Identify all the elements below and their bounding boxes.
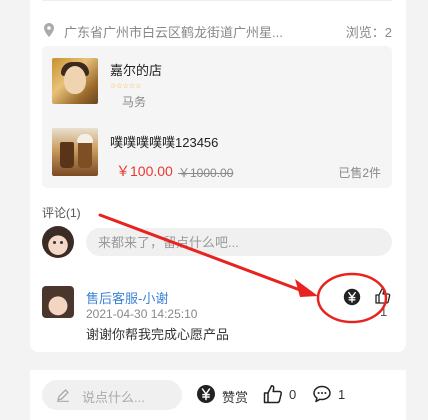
like-count: 0	[289, 387, 297, 402]
comment-input[interactable]	[86, 228, 392, 256]
product-sold-count: 已售2件	[338, 166, 381, 180]
comment-count: 1	[338, 387, 346, 402]
shop-subtitle: 马务	[122, 95, 147, 109]
view-count: 浏览：2	[345, 25, 392, 40]
product-original-price: ￥1000.00	[178, 166, 234, 180]
like-button[interactable]: 0	[263, 384, 303, 406]
shop-rating-stars: ☆☆☆☆☆	[110, 83, 142, 90]
speech-bubble-icon	[313, 385, 331, 403]
yen-coin-icon[interactable]	[343, 288, 361, 306]
comment-author[interactable]: 售后客服-小谢	[86, 288, 168, 307]
comment-author-avatar[interactable]	[42, 286, 74, 318]
thumbs-up-icon[interactable]	[375, 288, 391, 304]
product-image[interactable]	[52, 128, 98, 176]
pencil-icon	[57, 389, 69, 402]
comment-text: 谢谢你帮我完成心愿产品	[86, 327, 230, 342]
reward-label: 赞赏	[222, 390, 249, 405]
post-card: 广东省广州市白云区鹤龙街道广州星... 浏览：2 嘉尔的店 ☆☆☆☆☆ 马务 噗…	[30, 0, 406, 352]
location-row: 广东省广州市白云区鹤龙街道广州星... 浏览：2	[42, 18, 392, 42]
comment-button[interactable]: 1	[312, 384, 352, 406]
reward-button[interactable]: 赞赏	[196, 384, 260, 406]
yen-coin-icon	[197, 385, 215, 403]
location-pin-icon	[44, 23, 54, 37]
product-price: ￥100.00	[116, 163, 173, 179]
bottom-action-bar: 说点什么... 赞赏 0 1	[30, 370, 406, 420]
my-avatar	[42, 226, 74, 258]
comment-like-count: 1	[380, 304, 388, 319]
location-address: 广东省广州市白云区鹤龙街道广州星...	[64, 25, 283, 40]
thumbs-up-icon	[263, 384, 283, 404]
comments-title: 评论(1)	[42, 206, 81, 220]
shop-name[interactable]: 嘉尔的店	[110, 60, 162, 79]
product-name[interactable]: 噗噗噗噗噗123456	[110, 132, 218, 151]
shop-avatar[interactable]	[52, 58, 98, 104]
bottom-comment-box[interactable]: 说点什么...	[42, 380, 182, 410]
bottom-comment-placeholder: 说点什么...	[82, 390, 145, 405]
divider	[42, 0, 392, 1]
shop-product-panel[interactable]: 嘉尔的店 ☆☆☆☆☆ 马务 噗噗噗噗噗123456 ￥100.00 ￥1000.…	[42, 46, 392, 188]
comment-time: 2021-04-30 14:25:10	[86, 307, 198, 321]
